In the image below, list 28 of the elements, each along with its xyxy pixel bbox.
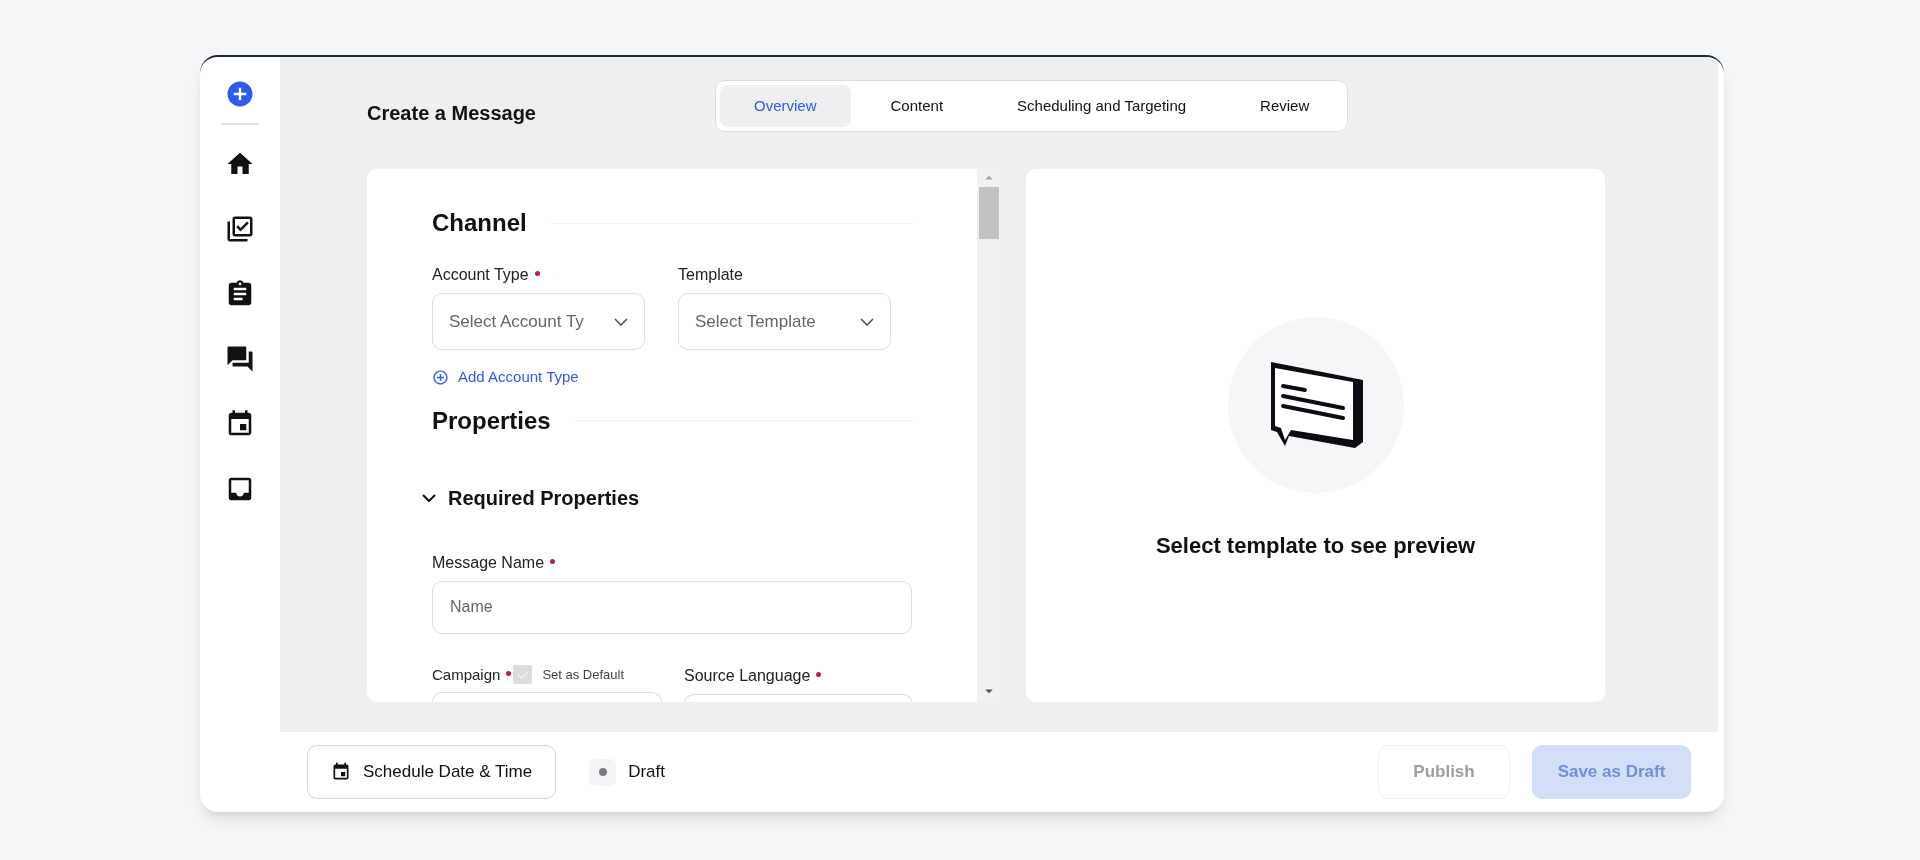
add-icon[interactable]	[225, 79, 255, 109]
page-title: Create a Message	[367, 101, 537, 126]
field-label: Template	[678, 265, 743, 285]
chevron-down-icon	[614, 317, 628, 326]
scroll-thumb[interactable]	[978, 187, 999, 239]
field-label: Account Type	[432, 265, 529, 285]
tab[interactable]: Overview	[720, 85, 851, 127]
message-card-icon	[1268, 360, 1363, 450]
status-label: Draft	[628, 761, 665, 784]
add-account-type-link[interactable]: Add Account Type	[432, 366, 579, 389]
section-heading: Properties	[432, 405, 551, 436]
select-field[interactable]: Select Template	[678, 293, 891, 350]
chat-icon[interactable]	[225, 344, 255, 374]
schedule-button[interactable]: Schedule Date & Time	[307, 745, 557, 799]
preview-message: Select template to see preview	[1155, 532, 1476, 560]
select-field[interactable]: Select Account Ty	[432, 293, 645, 350]
field-label: Message Name	[432, 552, 545, 573]
chevron-down-icon	[860, 317, 874, 326]
group-toggle[interactable]: Required Properties	[418, 482, 640, 513]
field-label: Source Language	[684, 665, 811, 686]
checkbox-label: Set as Default	[542, 666, 625, 684]
calendar-icon	[331, 762, 351, 782]
calendar-check-icon[interactable]	[225, 214, 255, 244]
add-icon	[432, 368, 449, 386]
section-heading: Channel	[432, 208, 527, 238]
chevron-down-icon	[422, 493, 436, 502]
field-label: Campaign	[432, 664, 501, 685]
name-input[interactable]: Name	[432, 580, 912, 634]
